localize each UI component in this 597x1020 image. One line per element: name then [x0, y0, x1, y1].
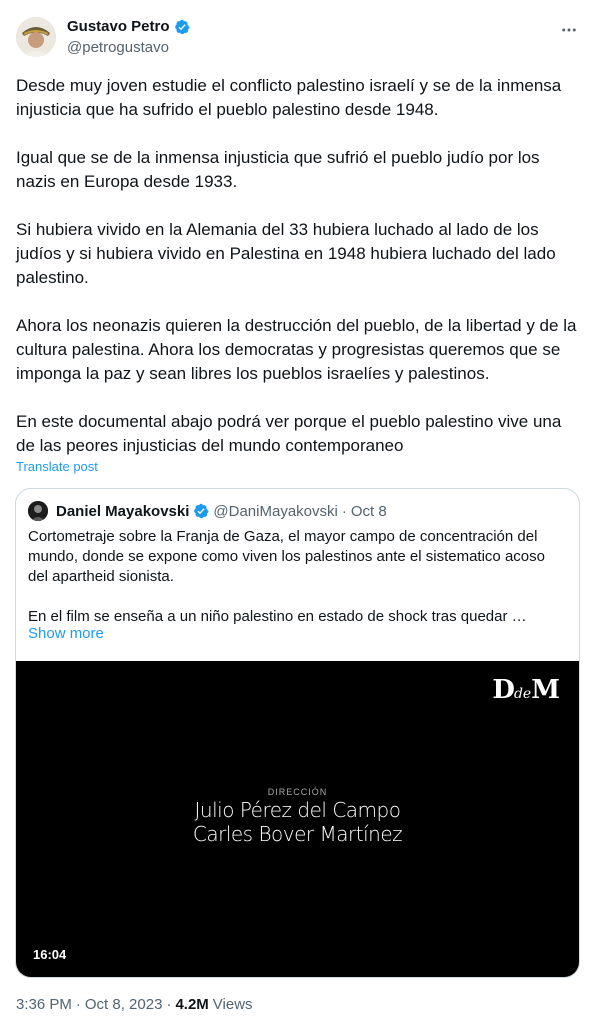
quoted-date: Oct 8: [350, 502, 387, 520]
quoted-tweet-header: Daniel Mayakovski @DaniMayakovski · Oct …: [28, 501, 387, 521]
credit-line: Carles Bover Martínez: [192, 822, 403, 846]
video-duration-badge: 16:04: [29, 946, 71, 963]
video-player[interactable]: DdeM DIRECCIÓN Julio Pérez del Campo Car…: [16, 661, 579, 977]
tweet-paragraph: En este documental abajo podrá ver porqu…: [16, 412, 562, 455]
separator-dot: ·: [75, 996, 81, 1013]
author-name-row: Gustavo Petro: [67, 18, 190, 35]
tweet-paragraph: Desde muy joven estudie el conflicto pal…: [16, 76, 562, 119]
tweet-text: Desde muy joven estudie el conflicto pal…: [16, 74, 581, 458]
views-label: Views: [212, 996, 253, 1013]
author-handle[interactable]: @petrogustavo: [67, 39, 169, 56]
tweet-meta: 3:36 PM · Oct 8, 2023 · 4.2M Views: [16, 996, 253, 1013]
translate-post-link[interactable]: Translate post: [16, 459, 98, 474]
logo-letter: M: [531, 675, 560, 705]
tweet-paragraph: Igual que se de la inmensa injusticia qu…: [16, 148, 540, 191]
show-more-link[interactable]: Show more: [28, 625, 104, 642]
separator-dot: ·: [166, 996, 172, 1013]
verified-badge-icon: [193, 503, 209, 519]
quoted-tweet-text: Cortometraje sobre la Franja de Gaza, el…: [28, 527, 563, 627]
quoted-paragraph: En el film se enseña a un niño palestino…: [28, 608, 527, 625]
quoted-author-avatar: [28, 501, 48, 521]
logo-letter: D: [492, 675, 515, 705]
tweet-time[interactable]: 3:36 PM: [16, 996, 72, 1013]
logo-letter: de: [513, 686, 532, 702]
credit-line: Julio Pérez del Campo: [194, 798, 401, 822]
tweet-paragraph: Si hubiera vivido en la Alemania del 33 …: [16, 220, 556, 287]
tweet-paragraph: Ahora los neonazis quieren la destrucció…: [16, 316, 577, 383]
author-avatar[interactable]: [16, 17, 56, 57]
ddem-logo: DdeM: [492, 675, 560, 705]
tweet-date[interactable]: Oct 8, 2023: [85, 996, 163, 1013]
quoted-author-handle: @DaniMayakovski: [213, 502, 338, 520]
views-count: 4.2M: [175, 996, 209, 1013]
separator-dot: ·: [341, 502, 347, 520]
tweet-header: Gustavo Petro @petrogustavo: [16, 14, 581, 64]
more-horizontal-icon[interactable]: [557, 18, 581, 42]
verified-badge-icon[interactable]: [174, 19, 190, 35]
author-name[interactable]: Gustavo Petro: [67, 18, 170, 35]
quoted-tweet-card[interactable]: Daniel Mayakovski @DaniMayakovski · Oct …: [15, 488, 580, 978]
credit-label: DIRECCIÓN: [267, 787, 328, 797]
quoted-author-name: Daniel Mayakovski: [56, 502, 190, 520]
quoted-paragraph: Cortometraje sobre la Franja de Gaza, el…: [28, 528, 545, 585]
